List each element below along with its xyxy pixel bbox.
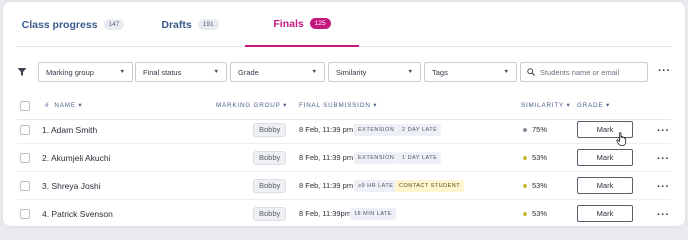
marking-group-tag: Bobby — [253, 151, 287, 165]
tab-class-progress[interactable]: Class progress 147 — [17, 2, 129, 47]
status-badge: EXTENSION — [354, 124, 399, 136]
dropdown-label: Final status — [143, 67, 182, 77]
similarity-dot-icon — [523, 211, 527, 216]
tab-drafts[interactable]: Drafts 191 — [147, 2, 233, 47]
sort-icon: ▾ — [373, 102, 378, 109]
more-options-icon[interactable]: ··· — [658, 66, 671, 77]
status-badge: 1 DAY LATE — [398, 152, 442, 164]
search-input[interactable] — [540, 67, 640, 77]
tab-count-badge: 125 — [309, 18, 331, 29]
tab-count-badge: 191 — [197, 19, 219, 30]
caret-down-icon: ▼ — [311, 69, 317, 75]
similarity-value: 53% — [532, 153, 548, 162]
table-row[interactable]: 1. Adam Smith Bobby 8 Feb, 11:39 pm EXTE… — [17, 116, 671, 144]
select-all-checkbox[interactable] — [20, 101, 30, 111]
sort-icon: ▾ — [605, 102, 610, 109]
submission-date: 8 Feb, 11:39 pm — [299, 153, 354, 162]
number-sign: # — [45, 102, 50, 109]
similarity-score[interactable]: 53% — [523, 209, 547, 218]
status-badge: 18 MIN LATE — [350, 208, 397, 220]
header-label: MARKING GROUP — [216, 102, 281, 109]
tab-label: Drafts — [161, 18, 192, 31]
tab-bar: Class progress 147 Drafts 191 Finals 125 — [17, 2, 671, 47]
marking-group-tag: Bobby — [253, 123, 287, 137]
column-header-similarity[interactable]: SIMILARITY ▾ — [521, 102, 570, 109]
dropdown-label: Grade — [238, 67, 259, 77]
column-header-final-submission[interactable]: FINAL SUBMISSION ▾ — [299, 102, 377, 109]
header-label: GRADE — [577, 102, 604, 109]
student-name[interactable]: 4. Patrick Svenson — [42, 209, 113, 219]
tab-label: Class progress — [21, 18, 98, 31]
final-status-dropdown[interactable]: Final status ▼ — [135, 62, 227, 82]
similarity-value: 53% — [532, 209, 548, 218]
tab-finals[interactable]: Finals 125 — [245, 2, 359, 47]
similarity-dot-icon — [523, 127, 527, 132]
column-header-name[interactable]: # NAME ▾ — [45, 102, 82, 109]
table-row[interactable]: 2. Akumjeli Akuchi Bobby 8 Feb, 11:39 pm… — [17, 144, 671, 172]
caret-down-icon: ▼ — [503, 69, 509, 75]
row-more-icon[interactable]: ··· — [657, 154, 670, 165]
dropdown-label: Marking group — [46, 67, 94, 77]
hand-cursor-icon — [616, 132, 627, 146]
similarity-score[interactable]: 75% — [523, 125, 547, 134]
caret-down-icon: ▼ — [213, 69, 219, 75]
search-icon — [527, 68, 535, 76]
grade-dropdown[interactable]: Grade ▼ — [230, 62, 325, 82]
submission-date: 8 Feb, 11:39 pm — [299, 125, 354, 134]
status-badge: ≥9 HR LATE — [354, 180, 398, 192]
caret-down-icon: ▼ — [119, 69, 125, 75]
student-name[interactable]: 1. Adam Smith — [42, 125, 97, 135]
similarity-dot-icon — [523, 183, 527, 188]
row-more-icon[interactable]: ··· — [657, 210, 670, 221]
row-more-icon[interactable]: ··· — [657, 126, 670, 137]
similarity-score[interactable]: 53% — [523, 181, 547, 190]
student-name[interactable]: 3. Shreya Joshi — [42, 181, 101, 191]
row-checkbox[interactable] — [20, 125, 30, 135]
sort-icon: ▾ — [566, 102, 571, 109]
row-checkbox[interactable] — [20, 153, 30, 163]
sort-icon: ▾ — [283, 102, 288, 109]
caret-down-icon: ▼ — [407, 69, 413, 75]
dropdown-label: Similarity — [336, 67, 367, 77]
submission-date: 8 Feb, 11:39 pm — [299, 181, 354, 190]
marking-group-dropdown[interactable]: Marking group ▼ — [38, 62, 133, 82]
similarity-dot-icon — [523, 155, 527, 160]
mark-button[interactable]: Mark — [577, 205, 633, 222]
column-header-grade[interactable]: GRADE ▾ — [577, 102, 610, 109]
sort-icon: ▾ — [78, 102, 83, 109]
student-name[interactable]: 2. Akumjeli Akuchi — [42, 153, 111, 163]
tab-count-badge: 147 — [103, 19, 125, 30]
similarity-dropdown[interactable]: Similarity ▼ — [328, 62, 421, 82]
tab-label: Finals — [273, 17, 304, 30]
filter-bar: Marking group ▼ Final status ▼ Grade ▼ S… — [17, 62, 673, 82]
submission-date: 8 Feb, 11:39pm — [299, 209, 351, 218]
table-row[interactable]: 3. Shreya Joshi Bobby 8 Feb, 11:39 pm ≥9… — [17, 172, 671, 200]
table-row[interactable]: 4. Patrick Svenson Bobby 8 Feb, 11:39pm … — [17, 200, 671, 226]
marking-group-tag: Bobby — [253, 179, 287, 193]
status-badge: EXTENSION — [354, 152, 399, 164]
row-checkbox[interactable] — [20, 181, 30, 191]
student-search[interactable] — [520, 62, 648, 82]
submissions-panel: Class progress 147 Drafts 191 Finals 125… — [2, 1, 686, 227]
status-badge: 2 DAY LATE — [398, 124, 442, 136]
mark-button[interactable]: Mark — [577, 177, 633, 194]
contact-student-badge: CONTACT STUDENT — [395, 180, 465, 192]
header-label: NAME — [54, 102, 76, 109]
dropdown-label: Tags — [432, 67, 448, 77]
row-checkbox[interactable] — [20, 209, 30, 219]
header-label: SIMILARITY — [521, 102, 564, 109]
column-header-marking-group[interactable]: MARKING GROUP ▾ — [216, 102, 287, 109]
row-more-icon[interactable]: ··· — [657, 182, 670, 193]
similarity-value: 75% — [532, 125, 548, 134]
marking-group-tag: Bobby — [253, 207, 287, 221]
header-label: FINAL SUBMISSION — [299, 102, 371, 109]
similarity-score[interactable]: 53% — [523, 153, 547, 162]
filter-icon[interactable] — [17, 67, 27, 77]
mark-button[interactable]: Mark — [577, 149, 633, 166]
tags-dropdown[interactable]: Tags ▼ — [424, 62, 517, 82]
similarity-value: 53% — [532, 181, 548, 190]
